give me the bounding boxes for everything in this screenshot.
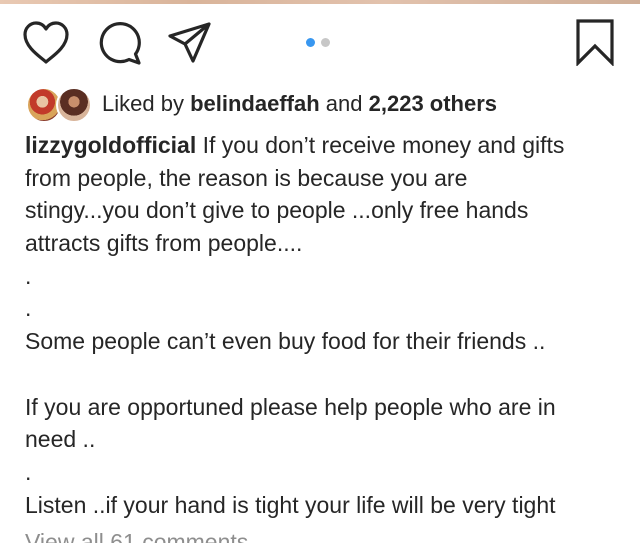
caption-line: Listen ..if your hand is tight your life… <box>25 491 556 518</box>
paper-plane-icon[interactable] <box>167 20 213 66</box>
liked-by-label: Liked by <box>102 91 184 116</box>
post-caption: lizzygoldofficial If you don’t receive m… <box>25 129 625 521</box>
view-all-comments-link[interactable]: View all 61 comments <box>25 526 248 543</box>
caption-username-link[interactable]: lizzygoldofficial <box>25 132 196 158</box>
comment-bubble-icon[interactable] <box>96 20 142 66</box>
caption-line: . <box>25 458 32 485</box>
caption-line: from people, the reason is because you a… <box>25 164 468 191</box>
carousel-indicator <box>306 37 330 47</box>
bookmark-icon[interactable] <box>574 18 616 66</box>
likes-text: Liked by belindaeffah and 2,223 others <box>102 86 497 122</box>
heart-icon[interactable] <box>22 20 70 66</box>
post-action-bar <box>0 14 640 74</box>
carousel-dot <box>321 37 330 47</box>
liker-avatars <box>26 87 94 123</box>
avatar <box>56 87 92 123</box>
liked-by-user-link[interactable]: belindaeffah <box>190 91 320 116</box>
likes-connector: and <box>325 91 363 116</box>
caption-line: . <box>25 295 32 322</box>
likes-others-link[interactable]: 2,223 others <box>369 91 497 116</box>
likes-summary[interactable]: Liked by belindaeffah and 2,223 others <box>26 86 497 123</box>
caption-line: Some people can’t even buy food for thei… <box>25 328 546 355</box>
caption-line: attracts gifts from people.... <box>25 230 303 257</box>
caption-line: . <box>25 262 32 289</box>
post-image-bottom-edge <box>0 0 640 4</box>
caption-line: lizzygoldofficial If you don’t receive m… <box>25 129 625 162</box>
instagram-post-screen: Liked by belindaeffah and 2,223 others l… <box>0 0 640 543</box>
carousel-dot-active <box>306 37 315 47</box>
caption-line: If you are opportuned please help people… <box>25 393 556 420</box>
caption-line: stingy...you don’t give to people ...onl… <box>25 197 529 224</box>
caption-line: need .. <box>25 426 96 453</box>
caption-text: If you don’t receive money and gifts <box>196 132 565 158</box>
